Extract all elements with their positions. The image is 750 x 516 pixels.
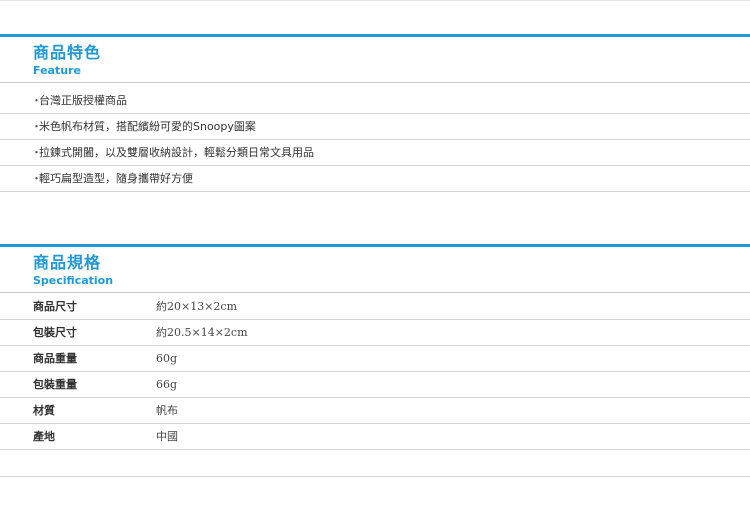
spec-label: 包裝重量 <box>33 378 77 391</box>
spec-title: 商品規格 <box>33 253 102 272</box>
spec-label: 商品尺寸 <box>33 300 77 313</box>
feature-item-text: 拉鍊式開闔，以及雙層收納設計，輕鬆分類日常文具用品 <box>39 146 314 159</box>
spec-header: 商品規格 Specification <box>0 247 750 292</box>
spec-row: 包裝重量 66g <box>0 372 750 398</box>
spec-value: 66g <box>156 378 178 391</box>
spec-label: 材質 <box>33 404 55 417</box>
feature-list-item: ・ 台灣正版授權商品 <box>0 88 750 114</box>
feature-header: 商品特色 Feature <box>0 37 750 82</box>
spec-label: 包裝尺寸 <box>33 326 77 339</box>
spec-empty-row <box>0 450 750 477</box>
spec-value: 中國 <box>156 430 178 443</box>
feature-item-text: 輕巧扁型造型，隨身攜帶好方便 <box>39 172 193 185</box>
feature-title: 商品特色 <box>33 43 102 62</box>
feature-subtitle: Feature <box>33 64 81 77</box>
spec-label: 商品重量 <box>33 352 77 365</box>
spec-value: 帆布 <box>156 404 178 417</box>
spec-row: 商品尺寸 約20×13×2cm <box>0 294 750 320</box>
spec-row: 產地 中國 <box>0 424 750 450</box>
specification-section: 商品規格 Specification 商品尺寸 約20×13×2cm 包裝尺寸 … <box>0 244 750 477</box>
feature-item-text: 台灣正版授權商品 <box>39 94 127 107</box>
spec-row: 材質 帆布 <box>0 398 750 424</box>
spec-label: 產地 <box>33 430 55 443</box>
spec-row: 商品重量 60g <box>0 346 750 372</box>
feature-list-item: ・ 拉鍊式開闔，以及雙層收納設計，輕鬆分類日常文具用品 <box>0 140 750 166</box>
spec-value: 60g <box>156 352 178 365</box>
spec-row: 包裝尺寸 約20.5×14×2cm <box>0 320 750 346</box>
feature-section: 商品特色 Feature ・ 台灣正版授權商品 ・ 米色帆布材質，搭配繽紛可愛的… <box>0 34 750 192</box>
spec-value: 約20×13×2cm <box>156 300 238 313</box>
spec-value: 約20.5×14×2cm <box>156 326 248 339</box>
spec-subtitle: Specification <box>33 274 114 287</box>
feature-item-text: 米色帆布材質，搭配繽紛可愛的Snoopy圖案 <box>39 120 256 133</box>
feature-list-item: ・ 米色帆布材質，搭配繽紛可愛的Snoopy圖案 <box>0 114 750 140</box>
feature-list-item: ・ 輕巧扁型造型，隨身攜帶好方便 <box>0 166 750 192</box>
top-faint-divider <box>0 0 750 1</box>
